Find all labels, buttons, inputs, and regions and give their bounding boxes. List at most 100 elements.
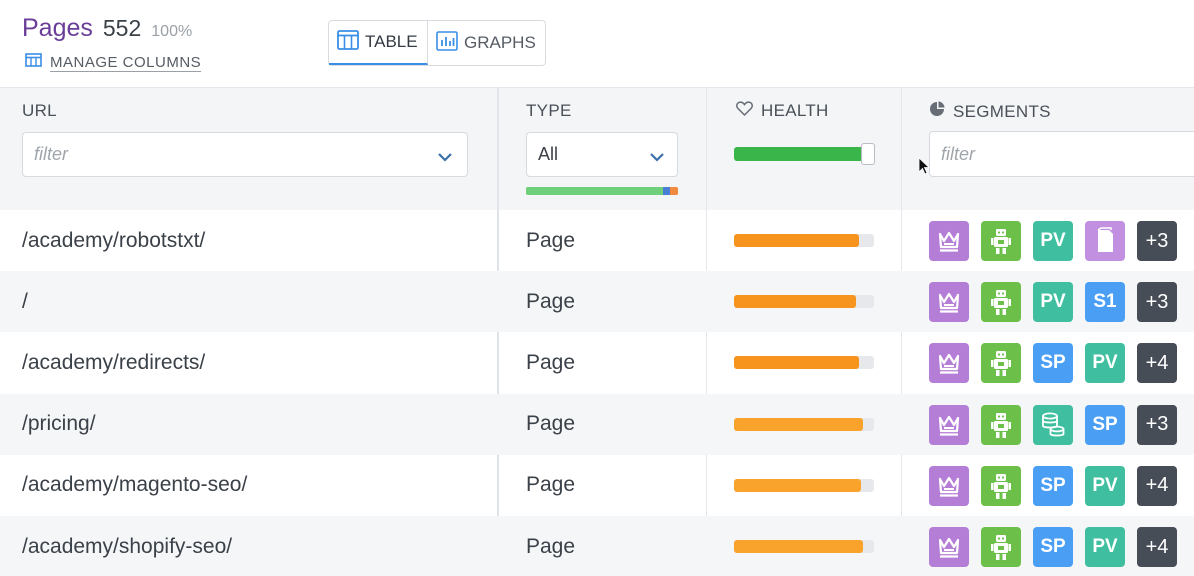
type-column-label: TYPE [526,101,572,120]
row-type: Page [526,534,576,558]
graphs-view-button[interactable]: GRAPHS [428,21,544,65]
type-segment-other [663,187,670,195]
table-view-button[interactable]: TABLE [329,21,428,65]
crown-icon[interactable] [929,404,969,445]
robot-icon[interactable] [981,343,1021,384]
table-row[interactable]: /pricing/Page SP +3 [0,393,1194,455]
row-type: Page [526,228,576,252]
row-segment-badges: SP PV +4 [929,343,1189,384]
segment-badge-pv[interactable]: PV [1085,465,1125,506]
crown-icon[interactable] [929,343,969,384]
table-icon [337,29,359,55]
bar-chart-icon [436,30,458,56]
pie-chart-icon [929,101,945,122]
table-row[interactable]: /academy/robotstxt/Page PV +3 [0,210,1194,271]
more-segments-badge[interactable]: +4 [1137,465,1177,506]
more-segments-badge[interactable]: +3 [1137,221,1177,261]
segment-badge-pv[interactable]: PV [1033,282,1073,323]
table-row[interactable]: /academy/magento-seo/Page SP PV +4 [0,455,1194,516]
type-segment-page [526,187,663,195]
crown-icon[interactable] [929,282,969,323]
page-title: Pages 552 100% [22,14,192,43]
segment-badge-pv[interactable]: PV [1085,343,1125,384]
table-row[interactable]: /academy/shopify-seo/Page SP PV +4 [0,516,1194,576]
mouse-cursor-icon [918,157,931,180]
robot-icon[interactable] [981,282,1021,323]
segment-badge-s1[interactable]: S1 [1085,282,1125,323]
row-segment-badges: PV S1 +3 [929,282,1189,323]
row-type: Page [526,350,576,374]
more-segments-badge[interactable]: +3 [1137,404,1177,445]
crown-icon[interactable] [929,465,969,506]
row-health-bar [734,478,874,492]
row-type: Page [526,412,576,436]
row-url[interactable]: /academy/magento-seo/ [22,455,247,516]
page-percent: 100% [151,23,193,40]
segment-badge-sp[interactable]: SP [1033,527,1073,567]
table-row[interactable]: /academy/redirects/Page SP PV +4 [0,332,1194,393]
crown-icon[interactable] [929,221,969,261]
row-url[interactable]: /academy/shopify-seo/ [22,516,232,576]
view-toggle: TABLE GRAPHS [328,20,546,66]
segments-filter-placeholder: filter [941,143,976,164]
row-url[interactable]: /academy/redirects/ [22,332,205,393]
segment-badge-sp[interactable]: SP [1085,404,1125,445]
row-health-bar [734,540,874,553]
segments-column-header[interactable]: SEGMENTS [929,101,1051,122]
segment-badge-sp[interactable]: SP [1033,465,1073,506]
segments-filter-input[interactable]: filter [929,131,1194,177]
url-filter-placeholder: filter [34,144,69,164]
row-segment-badges: PV +3 [929,221,1189,261]
health-column-header[interactable]: HEALTH [736,101,829,121]
more-segments-badge[interactable]: +3 [1137,282,1177,323]
row-health-bar [734,417,874,431]
chevron-down-icon[interactable] [437,147,453,168]
row-health-bar [734,295,874,309]
health-range-fill [734,147,867,161]
url-column-label: URL [22,101,57,120]
table-row[interactable]: / Page PV S1 +3 [0,271,1194,333]
type-segment-misc [670,187,678,195]
manage-columns-link[interactable]: MANAGE COLUMNS [25,53,202,72]
row-health-fill [734,540,863,553]
health-range-handle[interactable] [861,143,875,165]
graphs-view-label: GRAPHS [464,33,536,52]
segment-badge-sp[interactable]: SP [1033,343,1073,384]
url-column-header[interactable]: URL [22,101,57,121]
more-segments-badge[interactable]: +4 [1137,527,1177,567]
row-url[interactable]: / [22,271,28,332]
manage-columns-label: MANAGE COLUMNS [50,53,202,72]
type-distribution-bar [526,187,678,195]
row-health-bar [734,356,874,370]
segment-badge-pv[interactable]: PV [1033,221,1073,261]
database-icon[interactable] [1033,404,1073,445]
robot-icon[interactable] [981,221,1021,261]
row-health-fill [734,295,856,309]
robot-icon[interactable] [981,465,1021,506]
robot-icon[interactable] [981,404,1021,445]
row-segment-badges: SP PV +4 [929,527,1189,567]
robot-icon[interactable] [981,527,1021,567]
table-view-label: TABLE [365,32,418,51]
health-range-slider[interactable] [734,143,875,165]
row-segment-badges: SP PV +4 [929,465,1189,506]
title-label: Pages [22,14,93,42]
url-filter-input[interactable]: filter [22,132,468,177]
more-segments-badge[interactable]: +4 [1137,343,1177,384]
row-health-fill [734,234,859,247]
row-health-fill [734,356,859,370]
document-icon[interactable] [1085,221,1125,261]
row-url[interactable]: /pricing/ [22,394,96,455]
segments-column-label: SEGMENTS [953,101,1051,121]
health-column-label: HEALTH [761,101,829,120]
row-segment-badges: SP +3 [929,404,1189,445]
row-type: Page [526,473,576,497]
page-header: Pages 552 100% MANAGE COLUMNS TABLE GRAP… [0,0,1194,88]
type-column-header[interactable]: TYPE [526,101,572,121]
crown-icon[interactable] [929,527,969,567]
row-url[interactable]: /academy/robotstxt/ [22,210,205,271]
type-select-value: All [538,144,559,164]
segment-badge-pv[interactable]: PV [1085,527,1125,567]
type-select[interactable]: All [526,132,678,177]
row-health-bar [734,234,874,247]
